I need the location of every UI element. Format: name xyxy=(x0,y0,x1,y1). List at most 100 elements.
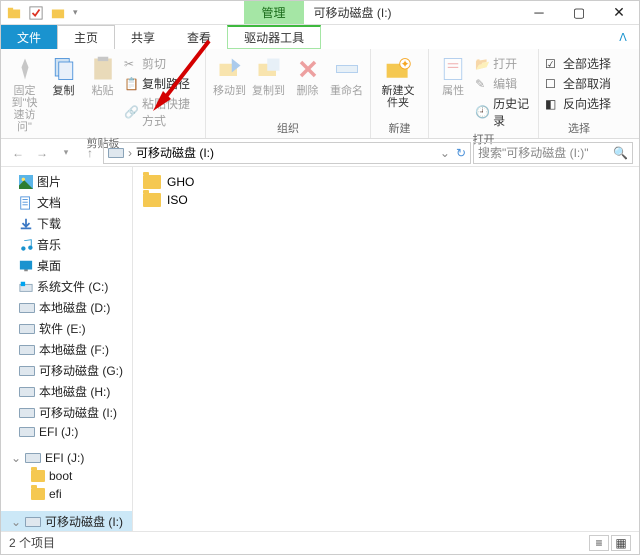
address-dropdown-icon[interactable]: ⌄ xyxy=(440,146,450,160)
edit-icon: ✎ xyxy=(475,77,489,91)
properties-button[interactable]: 属性 xyxy=(435,53,471,97)
scissors-icon: ✂ xyxy=(124,57,138,71)
pin-icon xyxy=(11,55,39,83)
nav-music[interactable]: 音乐 xyxy=(1,234,132,255)
newfolder-button[interactable]: ✦新建文件夹 xyxy=(377,53,419,109)
history-button[interactable]: 🕘历史记录 xyxy=(475,95,532,129)
file-list[interactable]: GHO ISO xyxy=(133,167,639,531)
selectall-icon: ☑ xyxy=(545,57,559,71)
nav-drive-j[interactable]: EFI (J:) xyxy=(1,423,132,441)
properties-icon xyxy=(439,55,467,83)
nav-drive-i[interactable]: 可移动磁盘 (I:) xyxy=(1,402,132,423)
shortcut-icon: 🔗 xyxy=(124,105,138,119)
window-title: 可移动磁盘 (I:) xyxy=(314,4,392,21)
tab-share[interactable]: 共享 xyxy=(115,25,171,49)
copy-button[interactable]: 复制 xyxy=(46,53,81,97)
view-details-button[interactable]: ≡ xyxy=(589,535,609,551)
copy-icon xyxy=(50,55,78,83)
paste-button[interactable]: 粘贴 xyxy=(85,53,120,97)
forward-button[interactable]: → xyxy=(31,142,53,164)
nav-drive-h[interactable]: 本地磁盘 (H:) xyxy=(1,381,132,402)
copyto-icon xyxy=(255,55,283,83)
cut-button[interactable]: ✂剪切 xyxy=(124,55,199,72)
tab-file[interactable]: 文件 xyxy=(1,25,57,49)
group-select: 选择 xyxy=(545,118,613,136)
copy-path-button[interactable]: 📋复制路径 xyxy=(124,75,199,92)
rename-button[interactable]: 重命名 xyxy=(329,53,364,97)
edit-button[interactable]: ✎编辑 xyxy=(475,75,532,92)
nav-documents[interactable]: 文档 xyxy=(1,192,132,213)
usb-icon xyxy=(25,517,41,527)
context-tab-manage[interactable]: 管理 xyxy=(244,1,304,24)
view-icons-button[interactable]: ▦ xyxy=(611,535,631,551)
desktop-icon xyxy=(19,259,33,273)
nav-efi[interactable]: efi xyxy=(1,485,132,503)
downloads-icon xyxy=(19,217,33,231)
music-icon xyxy=(19,238,33,252)
folder-icon xyxy=(143,193,161,207)
address-bar[interactable]: › 可移动磁盘 (I:) ⌄ ↻ xyxy=(103,142,471,164)
qat-dropdown-icon[interactable]: ▾ xyxy=(73,7,78,18)
list-item[interactable]: GHO xyxy=(143,175,629,189)
rename-icon xyxy=(333,55,361,83)
delete-button[interactable]: 删除 xyxy=(290,53,325,97)
nav-drive-e[interactable]: 软件 (E:) xyxy=(1,318,132,339)
moveto-icon xyxy=(216,55,244,83)
folder-icon xyxy=(7,6,21,20)
search-input[interactable]: 搜索"可移动磁盘 (I:)" 🔍 xyxy=(473,142,633,164)
drive-icon xyxy=(19,387,35,397)
paste-shortcut-button[interactable]: 🔗粘贴快捷方式 xyxy=(124,95,199,129)
nav-pictures[interactable]: 图片 xyxy=(1,171,132,192)
nav-downloads[interactable]: 下载 xyxy=(1,213,132,234)
back-button[interactable]: ← xyxy=(7,142,29,164)
selectall-button[interactable]: ☑全部选择 xyxy=(545,55,611,72)
folder-icon xyxy=(31,488,45,500)
minimize-button[interactable]: ─ xyxy=(519,1,559,25)
nav-efi-root[interactable]: ⌄EFI (J:) xyxy=(1,449,132,467)
nav-boot[interactable]: boot xyxy=(1,467,132,485)
nav-drive-c[interactable]: 系统文件 (C:) xyxy=(1,276,132,297)
svg-text:✦: ✦ xyxy=(401,58,410,70)
folder-small-icon xyxy=(51,6,65,20)
drive-icon xyxy=(19,324,35,334)
nav-desktop[interactable]: 桌面 xyxy=(1,255,132,276)
selectnone-button[interactable]: ☐全部取消 xyxy=(545,75,611,92)
up-button[interactable]: ↑ xyxy=(79,142,101,164)
nav-drive-d[interactable]: 本地磁盘 (D:) xyxy=(1,297,132,318)
nav-drive-f[interactable]: 本地磁盘 (F:) xyxy=(1,339,132,360)
tab-drive-tools[interactable]: 驱动器工具 xyxy=(227,25,321,49)
moveto-button[interactable]: 移动到 xyxy=(212,53,247,97)
drive-icon xyxy=(19,427,35,437)
folder-icon xyxy=(31,470,45,482)
address-text: 可移动磁盘 (I:) xyxy=(136,144,214,161)
close-button[interactable]: ✕ xyxy=(599,1,639,25)
pin-quickaccess-button[interactable]: 固定到"快速访问" xyxy=(7,53,42,133)
open-button[interactable]: 📂打开 xyxy=(475,55,532,72)
nav-drive-g[interactable]: 可移动磁盘 (G:) xyxy=(1,360,132,381)
search-icon[interactable]: 🔍 xyxy=(613,146,628,160)
check-icon[interactable] xyxy=(29,6,43,20)
list-item[interactable]: ISO xyxy=(143,193,629,207)
maximize-button[interactable]: ▢ xyxy=(559,1,599,25)
nav-tree[interactable]: 图片 文档 下载 音乐 桌面 系统文件 (C:) 本地磁盘 (D:) 软件 (E… xyxy=(1,167,133,531)
recent-dropdown[interactable]: ▾ xyxy=(55,142,77,164)
invert-icon: ◧ xyxy=(545,97,559,111)
tab-home[interactable]: 主页 xyxy=(57,25,115,49)
delete-icon xyxy=(294,55,322,83)
path-icon: 📋 xyxy=(124,77,138,91)
windows-drive-icon xyxy=(19,280,33,294)
drive-icon xyxy=(25,453,41,463)
usb-icon xyxy=(19,408,35,418)
copyto-button[interactable]: 复制到 xyxy=(251,53,286,97)
nav-removable-root[interactable]: ⌄可移动磁盘 (I:) xyxy=(1,511,132,531)
refresh-icon[interactable]: ↻ xyxy=(456,146,466,160)
pictures-icon xyxy=(19,175,33,189)
selectnone-icon: ☐ xyxy=(545,77,559,91)
drive-icon xyxy=(108,148,124,158)
drive-icon xyxy=(19,345,35,355)
invert-button[interactable]: ◧反向选择 xyxy=(545,95,611,112)
ribbon-collapse-icon[interactable]: ᐱ xyxy=(607,25,639,49)
open-icon: 📂 xyxy=(475,57,489,71)
paste-icon xyxy=(89,55,117,83)
tab-view[interactable]: 查看 xyxy=(171,25,227,49)
